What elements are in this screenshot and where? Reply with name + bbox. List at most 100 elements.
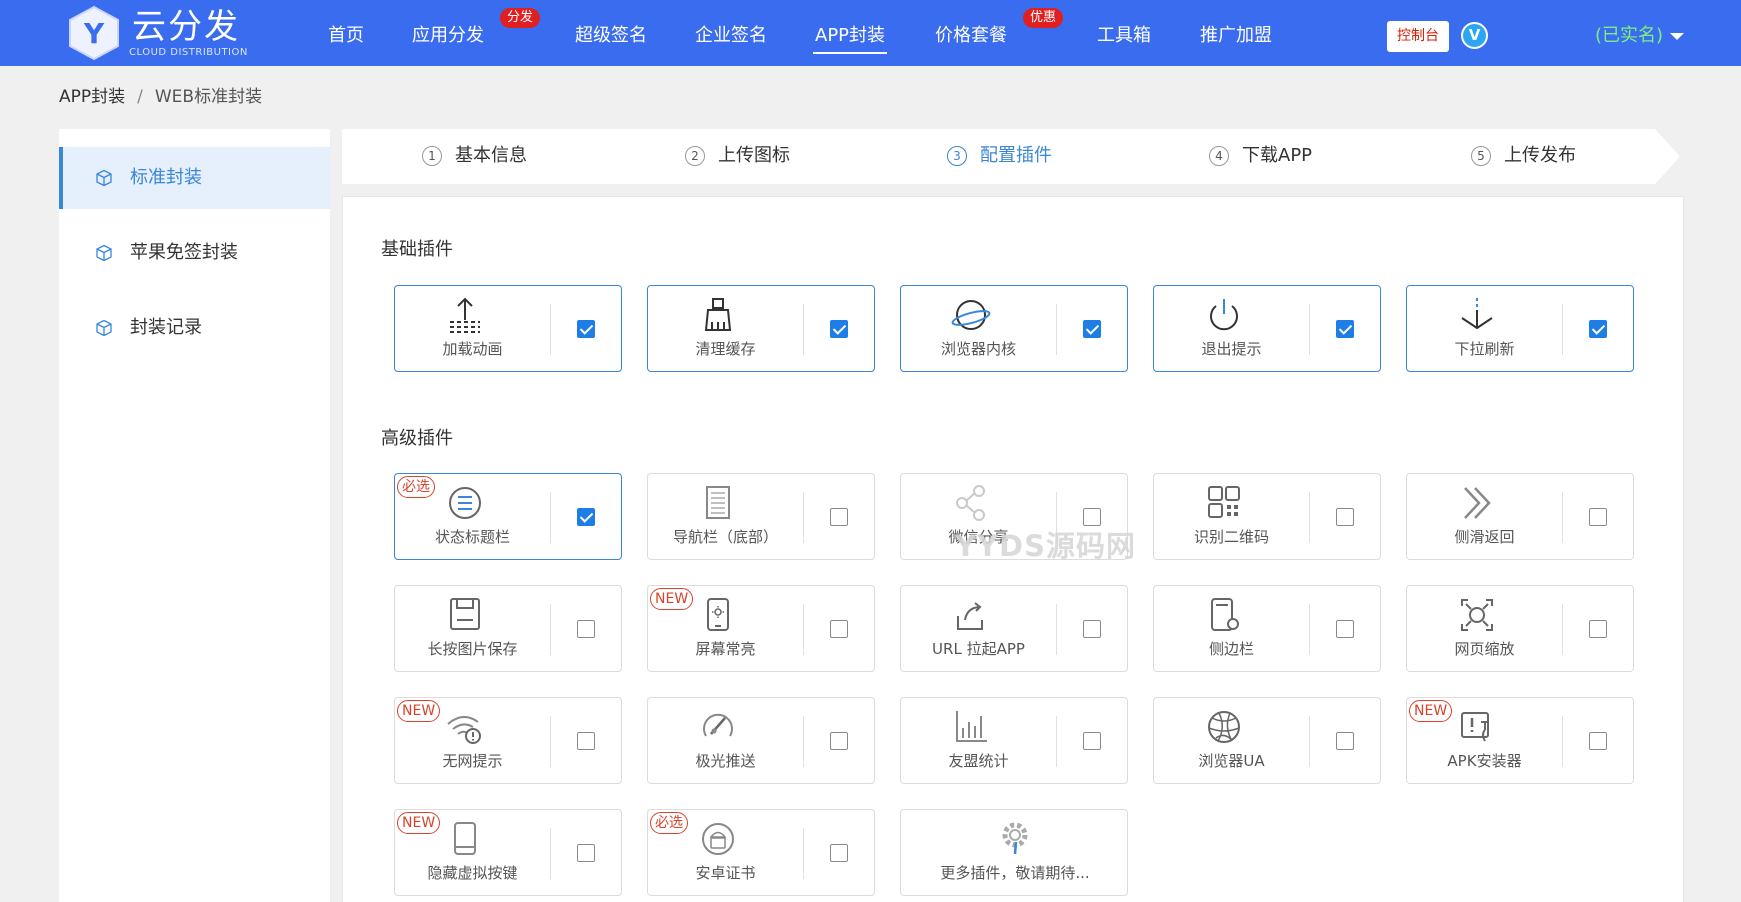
card-divider — [1562, 716, 1563, 767]
plugin-label: APK安装器 — [1447, 752, 1522, 770]
sidebar: 标准封装 苹果免签封装 封装记录 — [59, 129, 330, 902]
card-divider — [803, 604, 804, 655]
plugin-card-url-launch[interactable]: URL 拉起APP — [900, 585, 1128, 672]
step-label: 上传图标 — [718, 145, 790, 166]
plugin-card-bottom-nav[interactable]: 导航栏（底部） — [647, 473, 875, 560]
console-button[interactable]: 控制台 — [1387, 21, 1449, 52]
plugin-checkbox[interactable] — [830, 732, 848, 750]
plugin-card-qrcode[interactable]: 识别二维码 — [1153, 473, 1381, 560]
plugin-card-android-cert[interactable]: 必选 安卓证书 — [647, 809, 875, 896]
card-divider — [1562, 492, 1563, 543]
plugin-card-side-menu[interactable]: 侧边栏 — [1153, 585, 1381, 672]
plugin-card-umeng-stats[interactable]: 友盟统计 — [900, 697, 1128, 784]
nav-pricing[interactable]: 价格套餐 — [935, 0, 1007, 66]
plugin-checkbox[interactable] — [1589, 508, 1607, 526]
plugin-checkbox[interactable] — [577, 620, 595, 638]
plugin-card-long-press-save[interactable]: 长按图片保存 — [394, 585, 622, 672]
plugin-card-apk-installer[interactable]: NEW APK安装器 — [1406, 697, 1634, 784]
plugin-checkbox[interactable] — [830, 844, 848, 862]
plugin-checkbox[interactable] — [1589, 320, 1607, 338]
nav-enterprise-sign[interactable]: 企业签名 — [695, 0, 767, 66]
user-status[interactable]: (已实名) — [1595, 22, 1663, 50]
url-launch-icon — [957, 602, 983, 630]
broom-icon — [704, 298, 732, 331]
new-tag: NEW — [397, 700, 441, 722]
save-icon — [450, 598, 480, 630]
plugin-checkbox[interactable] — [1336, 320, 1354, 338]
plugin-card-exit-prompt[interactable]: 退出提示 — [1153, 285, 1381, 372]
plugin-card-status-bar[interactable]: 必选 状态标题栏 — [394, 473, 622, 560]
plugin-checkbox[interactable] — [1083, 508, 1101, 526]
plugin-card-wechat-share[interactable]: 微信分享 — [900, 473, 1128, 560]
plugin-card-jpush[interactable]: 极光推送 — [647, 697, 875, 784]
plugin-checkbox[interactable] — [1083, 320, 1101, 338]
plugin-checkbox[interactable] — [577, 732, 595, 750]
plugin-label: 微信分享 — [948, 528, 1009, 546]
plugin-card-loading-animation[interactable]: 加载动画 — [394, 285, 622, 372]
plugin-card-screen-on[interactable]: NEW 屏幕常亮 — [647, 585, 875, 672]
nav-home[interactable]: 首页 — [328, 0, 364, 66]
sidebar-item-package-records[interactable]: 封装记录 — [59, 297, 330, 359]
required-tag: 必选 — [650, 812, 688, 834]
step-basic-info[interactable]: 1 基本信息 — [342, 129, 632, 184]
plugin-card-hide-virtual-keys[interactable]: NEW 隐藏虚拟按键 — [394, 809, 622, 896]
plugin-checkbox[interactable] — [830, 508, 848, 526]
plugin-checkbox[interactable] — [577, 320, 595, 338]
sidebar-item-standard-package[interactable]: 标准封装 — [59, 147, 330, 209]
nav-super-sign[interactable]: 超级签名 — [575, 0, 647, 66]
plugin-checkbox[interactable] — [1336, 732, 1354, 750]
plugin-checkbox[interactable] — [1083, 732, 1101, 750]
card-divider — [1056, 492, 1057, 543]
plugin-checkbox[interactable] — [1336, 620, 1354, 638]
card-divider — [803, 492, 804, 543]
step-download-app[interactable]: 4 下载APP — [1128, 129, 1418, 184]
sidebar-item-apple-nosign[interactable]: 苹果免签封装 — [59, 222, 330, 284]
plugin-card-swipe-back[interactable]: 侧滑返回 — [1406, 473, 1634, 560]
plugin-label: 导航栏（底部） — [672, 528, 778, 546]
apk-install-icon — [1461, 712, 1489, 742]
section-title-advanced: 高级插件 — [381, 428, 453, 449]
nav-partner[interactable]: 推广加盟 — [1200, 0, 1272, 66]
plugin-checkbox[interactable] — [577, 844, 595, 862]
plugin-checkbox[interactable] — [1589, 732, 1607, 750]
plugin-label: 无网提示 — [442, 752, 503, 770]
plugin-checkbox[interactable] — [1589, 620, 1607, 638]
power-icon — [1210, 299, 1238, 331]
nav-toolbox[interactable]: 工具箱 — [1097, 0, 1151, 66]
plugin-checkbox[interactable] — [1336, 508, 1354, 526]
planet-icon — [951, 300, 991, 330]
breadcrumb-root[interactable]: APP封装 — [59, 87, 125, 107]
chevron-down-icon[interactable] — [1670, 33, 1684, 40]
share-icon — [956, 485, 985, 521]
stats-icon — [956, 711, 987, 742]
plugin-card-pull-refresh[interactable]: 下拉刷新 — [1406, 285, 1634, 372]
new-tag: NEW — [1409, 700, 1453, 722]
step-bar: 1 基本信息 2 上传图标 3 配置插件 4 下载APP 5 上传发布 — [342, 129, 1682, 184]
cube-icon — [96, 169, 112, 187]
vip-badge-icon[interactable]: V — [1461, 22, 1488, 49]
plugin-card-browser-kernel[interactable]: 浏览器内核 — [900, 285, 1128, 372]
step-config-plugins[interactable]: 3 配置插件 — [866, 129, 1156, 184]
nav-app-distribution[interactable]: 应用分发 — [412, 0, 484, 66]
plugin-card-page-zoom[interactable]: 网页缩放 — [1406, 585, 1634, 672]
plugin-card-clear-cache[interactable]: 清理缓存 — [647, 285, 875, 372]
plugin-label: 友盟统计 — [948, 752, 1009, 770]
brand-subtitle: CLOUD DISTRIBUTION — [129, 47, 248, 58]
upload-loading-icon — [450, 297, 480, 333]
plugin-checkbox[interactable] — [577, 508, 595, 526]
plugin-label: 浏览器内核 — [940, 340, 1016, 358]
pull-down-icon — [1461, 298, 1493, 330]
step-upload-icon[interactable]: 2 上传图标 — [604, 129, 894, 184]
plugin-label: 下拉刷新 — [1454, 340, 1515, 358]
plugin-card-browser-ua[interactable]: 浏览器UA — [1153, 697, 1381, 784]
plugin-card-no-network[interactable]: NEW 无网提示 — [394, 697, 622, 784]
plugin-checkbox[interactable] — [1083, 620, 1101, 638]
zoom-icon — [1461, 599, 1493, 631]
brand-logo[interactable]: Y 云分发 CLOUD DISTRIBUTION — [66, 3, 256, 63]
plugin-checkbox[interactable] — [830, 320, 848, 338]
step-upload-publish[interactable]: 5 上传发布 — [1390, 129, 1680, 184]
plugin-label: 识别二维码 — [1193, 528, 1269, 546]
plugin-checkbox[interactable] — [830, 620, 848, 638]
plugin-label: 侧滑返回 — [1454, 528, 1515, 546]
nav-app-package[interactable]: APP封装 — [812, 0, 888, 66]
